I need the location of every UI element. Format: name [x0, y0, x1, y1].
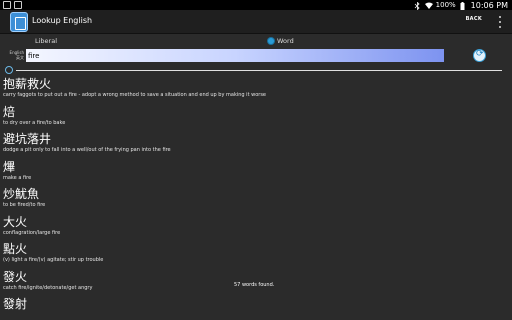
divider [16, 70, 502, 71]
result-term: 抱薪救火 [3, 77, 52, 91]
result-term: 點火 [3, 242, 28, 256]
list-item[interactable]: 炒魷魚 to be fired/to fire [0, 187, 512, 215]
list-item[interactable]: 點火 (v) light a fire/(v) agitate; stir up… [0, 242, 512, 270]
result-term: 發射 [3, 297, 28, 311]
mode-option-label: Word [277, 37, 294, 45]
image-notification-icon [14, 1, 22, 9]
result-term: 大火 [3, 214, 28, 229]
notification-icon [3, 1, 11, 9]
result-definition: dodge a pit only to fall into a well/out… [3, 147, 171, 153]
result-definition: carry faggots to put out a fire - adopt … [3, 92, 267, 98]
result-term: 避坑落井 [3, 132, 52, 146]
list-item[interactable]: 焙 to dry over a fire/to bake [0, 105, 512, 133]
bluetooth-icon [414, 1, 421, 10]
results-header [0, 65, 512, 75]
result-definition: (v) light a fire/(v) agitate; stir up tr… [3, 257, 104, 263]
radio-icon[interactable] [26, 38, 32, 44]
list-item[interactable]: 發射 [0, 297, 512, 320]
action-bar: Lookup English BACK [0, 10, 512, 34]
result-definition: to be fired/to fire [3, 202, 46, 208]
mode-option-word[interactable]: Word [268, 37, 294, 45]
result-term: 炒魷魚 [3, 187, 40, 201]
result-definition: to dry over a fire/to bake [3, 119, 66, 126]
search-input[interactable] [26, 49, 444, 62]
status-bar: 100% 10:06 PM [0, 0, 512, 10]
result-definition: make a fire [3, 174, 32, 181]
app-logo-icon[interactable] [10, 12, 28, 32]
language-label: English 英文 [9, 50, 24, 60]
battery-icon [460, 1, 467, 10]
search-bar: English 英文 [0, 49, 512, 65]
list-item[interactable]: 抱薪救火 carry faggots to put out a fire - a… [0, 77, 512, 105]
mode-option-label: Liberal [35, 37, 58, 45]
result-definition: conflagration/large fire [3, 229, 61, 236]
list-item[interactable]: 熚 make a fire [0, 160, 512, 188]
mode-selector: Liberal Word [0, 37, 512, 47]
result-term: 熚 [3, 159, 16, 174]
back-button[interactable]: BACK [466, 16, 482, 22]
battery-percent: 100% [435, 1, 456, 9]
mode-option-liberal[interactable]: Liberal [26, 37, 57, 45]
refresh-button[interactable] [473, 49, 486, 62]
list-item[interactable]: 大火 conflagration/large fire [0, 215, 512, 243]
wifi-icon [424, 2, 433, 9]
scroll-indicator-icon[interactable] [5, 66, 13, 74]
results-count-toast: 57 words found. [234, 282, 275, 288]
result-term: 焙 [3, 104, 16, 119]
list-item[interactable]: 避坑落井 dodge a pit only to fall into a wel… [0, 132, 512, 160]
overflow-menu-icon[interactable] [498, 16, 502, 28]
clock: 10:06 PM [470, 0, 508, 10]
radio-selected-icon[interactable] [268, 38, 274, 44]
app-title: Lookup English [32, 16, 93, 25]
